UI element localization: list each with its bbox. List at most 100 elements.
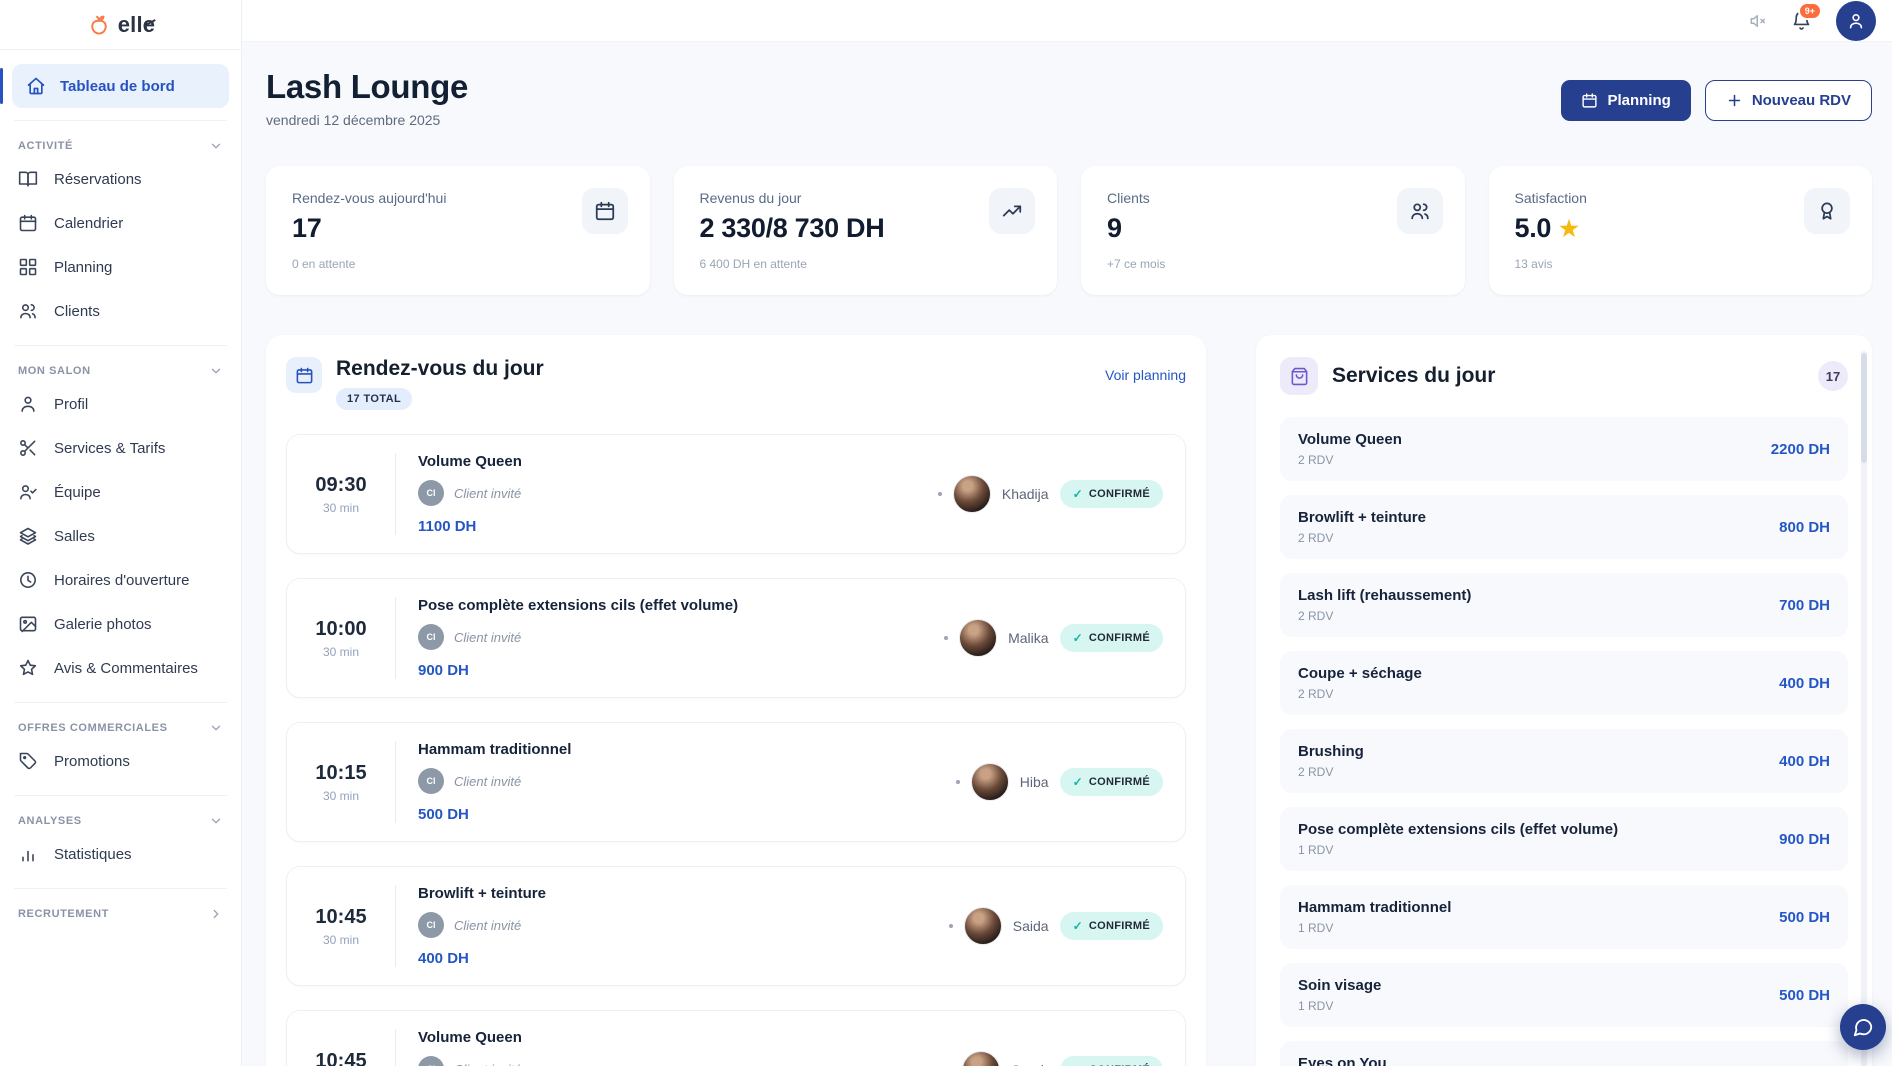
appointments-title: Rendez-vous du jour — [336, 357, 544, 381]
notification-count-badge: 9+ — [1798, 2, 1822, 20]
section-recrutement[interactable]: RECRUTEMENT — [18, 907, 223, 921]
scissors-icon — [18, 438, 38, 458]
services-panel: Services du jour 17 Volume Queen 2 RDV 2… — [1256, 335, 1872, 1066]
appointment-row[interactable]: 10:45 30 min Volume Queen CI Client invi… — [286, 1010, 1186, 1066]
chat-button[interactable] — [1840, 1004, 1886, 1050]
appointment-time: 09:30 — [309, 474, 373, 497]
appointment-time: 10:15 — [309, 762, 373, 785]
divider — [395, 741, 396, 823]
grid-icon — [18, 257, 38, 277]
check-icon: ✓ — [1073, 775, 1083, 789]
staff-name: Khadija — [1002, 486, 1049, 502]
content: Lash Lounge vendredi 12 décembre 2025 Pl… — [242, 68, 1892, 1066]
service-row: Lash lift (rehaussement) 2 RDV 700 DH — [1280, 573, 1848, 637]
bullet-dot — [949, 924, 953, 928]
appointment-price: 1100 DH — [418, 518, 938, 535]
sidebar-item-services-tarifs[interactable]: Services & Tarifs — [0, 426, 241, 470]
service-name: Lash lift (rehaussement) — [1298, 587, 1471, 604]
sidebar-item-dashboard[interactable]: Tableau de bord — [12, 64, 229, 108]
staff-name: Saida — [1013, 918, 1049, 934]
service-name: Eyes on You — [1298, 1055, 1387, 1066]
users-icon — [1397, 188, 1443, 234]
service-rdv-count: 2 RDV — [1298, 765, 1364, 779]
service-name: Hammam traditionnel — [1298, 899, 1451, 916]
sidebar-item-reservations[interactable]: Réservations — [0, 157, 241, 201]
appointment-row[interactable]: 09:30 30 min Volume Queen CI Client invi… — [286, 434, 1186, 554]
stat-card-appointments: Rendez-vous aujourd'hui 17 0 en attente — [266, 166, 650, 295]
scrollbar-thumb[interactable] — [1861, 353, 1867, 463]
service-row: Hammam traditionnel 1 RDV 500 DH — [1280, 885, 1848, 949]
appointment-row[interactable]: 10:15 30 min Hammam traditionnel CI Clie… — [286, 722, 1186, 842]
service-rdv-count: 1 RDV — [1298, 999, 1381, 1013]
sidebar-item-salles[interactable]: Salles — [0, 514, 241, 558]
message-circle-icon — [1852, 1016, 1874, 1038]
service-name: Browlift + teinture — [1298, 509, 1426, 526]
bullet-dot — [938, 492, 942, 496]
sidebar-item-profil[interactable]: Profil — [0, 382, 241, 426]
staff-photo-avatar — [953, 475, 991, 513]
appointment-service: Volume Queen — [418, 1029, 947, 1046]
service-rdv-count: 2 RDV — [1298, 453, 1402, 467]
client-label: Client invité — [454, 630, 521, 645]
staff-photo-avatar — [971, 763, 1009, 801]
service-name: Brushing — [1298, 743, 1364, 760]
image-icon — [18, 614, 38, 634]
appointment-row[interactable]: 10:00 30 min Pose complète extensions ci… — [286, 578, 1186, 698]
volume-muted-icon[interactable] — [1749, 12, 1767, 30]
check-icon: ✓ — [1073, 919, 1083, 933]
brand-name: elle — [118, 12, 156, 38]
service-price: 400 DH — [1779, 753, 1830, 770]
appointment-row[interactable]: 10:45 30 min Browlift + teinture CI Clie… — [286, 866, 1186, 986]
sidebar-item-equipe[interactable]: Équipe — [0, 470, 241, 514]
active-indicator — [0, 68, 3, 104]
calendar-icon — [286, 357, 322, 393]
sidebar-item-clients[interactable]: Clients — [0, 289, 241, 333]
chevron-down-icon — [209, 364, 223, 378]
appointment-service: Pose complète extensions cils (effet vol… — [418, 597, 944, 614]
status-badge: ✓ CONFIRMÉ — [1060, 480, 1163, 508]
service-name: Pose complète extensions cils (effet vol… — [1298, 821, 1618, 838]
client-initials-avatar: CI — [418, 1056, 444, 1066]
chevron-down-icon — [209, 139, 223, 153]
status-badge: ✓ CONFIRMÉ — [1060, 768, 1163, 796]
divider — [14, 120, 227, 121]
service-row: Volume Queen 2 RDV 2200 DH — [1280, 417, 1848, 481]
voir-planning-link[interactable]: Voir planning — [1105, 367, 1186, 383]
section-offres[interactable]: OFFRES COMMERCIALES — [18, 721, 223, 735]
appointment-time: 10:45 — [309, 1050, 373, 1066]
appointment-duration: 30 min — [309, 933, 373, 947]
service-price: 800 DH — [1779, 519, 1830, 536]
service-price: 900 DH — [1779, 831, 1830, 848]
appointment-duration: 30 min — [309, 789, 373, 803]
sidebar-item-horaires[interactable]: Horaires d'ouverture — [0, 558, 241, 602]
appointment-service: Volume Queen — [418, 453, 938, 470]
client-label: Client invité — [454, 918, 521, 933]
service-rdv-count: 2 RDV — [1298, 531, 1426, 545]
calendar-icon — [1581, 92, 1598, 109]
star-icon: ★ — [1559, 216, 1578, 242]
stat-card-clients: Clients 9 +7 ce mois — [1081, 166, 1465, 295]
staff-photo-avatar — [962, 1051, 1000, 1066]
client-label: Client invité — [454, 774, 521, 789]
planning-button[interactable]: Planning — [1561, 80, 1690, 121]
sidebar-item-avis[interactable]: Avis & Commentaires — [0, 646, 241, 690]
appointment-price: 400 DH — [418, 950, 949, 967]
service-rdv-count: 1 RDV — [1298, 843, 1618, 857]
appointments-panel: Rendez-vous du jour 17 TOTAL Voir planni… — [266, 335, 1206, 1066]
service-row: Eyes on You 1 RDV 500 DH — [1280, 1041, 1848, 1066]
sidebar-item-calendrier[interactable]: Calendrier — [0, 201, 241, 245]
section-mon-salon[interactable]: MON SALON — [18, 364, 223, 378]
section-activite[interactable]: ACTIVITÉ — [18, 139, 223, 153]
sidebar-item-statistiques[interactable]: Statistiques — [0, 832, 241, 876]
chevron-right-icon — [209, 907, 223, 921]
sidebar-item-promotions[interactable]: Promotions — [0, 739, 241, 783]
new-rdv-button[interactable]: Nouveau RDV — [1705, 80, 1872, 121]
sidebar-item-planning[interactable]: Planning — [0, 245, 241, 289]
notifications-bell[interactable]: 9+ — [1791, 10, 1812, 31]
appointment-duration: 30 min — [309, 645, 373, 659]
section-analyses[interactable]: ANALYSES — [18, 814, 223, 828]
sidebar-item-galerie[interactable]: Galerie photos — [0, 602, 241, 646]
service-name: Soin visage — [1298, 977, 1381, 994]
user-menu-avatar[interactable] — [1836, 1, 1876, 41]
layers-icon — [18, 526, 38, 546]
